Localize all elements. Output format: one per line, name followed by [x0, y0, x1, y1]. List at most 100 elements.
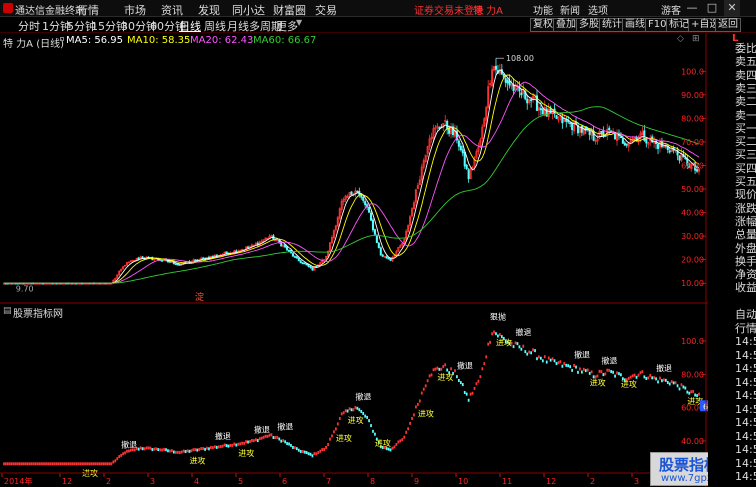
- retreat-signal: 撤退: [254, 425, 270, 435]
- indicator-dot: [63, 462, 66, 466]
- back-button[interactable]: 返回: [715, 18, 741, 32]
- indicator-dot: [649, 373, 652, 377]
- candle-body: [309, 266, 312, 268]
- time-axis-label: 8: [370, 477, 375, 486]
- retreat-signal: 撤退: [277, 421, 293, 431]
- indicator-dropdown-icon[interactable]: ▤: [3, 306, 12, 316]
- indicator-dot: [79, 462, 81, 466]
- indicator-dot: [239, 442, 242, 446]
- indicator-dot: [618, 372, 620, 376]
- indicator-dot: [571, 368, 573, 372]
- indicator-dot: [598, 369, 601, 373]
- indicator-dot: [215, 445, 218, 449]
- candle-body: [461, 149, 464, 154]
- indicator-dot: [389, 448, 392, 452]
- menu-newsfeed[interactable]: 新闻: [560, 2, 580, 17]
- indicator-dot: [104, 462, 107, 466]
- indicator-dot: [678, 387, 681, 391]
- menu-news[interactable]: 资讯: [161, 2, 183, 18]
- menu-options[interactable]: 选项: [588, 2, 608, 17]
- indicator-dot: [403, 435, 406, 439]
- menu-fortune[interactable]: 财富圈: [273, 2, 306, 18]
- menu-discover[interactable]: 发现: [198, 2, 220, 18]
- menu-trade[interactable]: 交易: [315, 2, 337, 18]
- close-button[interactable]: ✕: [724, 0, 740, 16]
- indicator-dot: [663, 378, 665, 382]
- candle-body: [373, 229, 376, 235]
- indicator-dot: [137, 447, 140, 451]
- indicator-dot: [489, 340, 491, 344]
- candle-body: [623, 142, 626, 146]
- maximize-button[interactable]: □: [704, 0, 720, 16]
- attack-signal: 进攻: [189, 455, 205, 465]
- period-weekly[interactable]: 周线: [204, 18, 226, 33]
- candle-body: [293, 256, 296, 258]
- sidebar-time: 14:56: [735, 470, 756, 483]
- indicator-dot: [553, 359, 556, 363]
- indicator-dot: [661, 379, 663, 383]
- indicator-dot: [547, 356, 550, 360]
- title-bar: 通达信金融终端 行情 市场 资讯 发现 同小达 财富圈 交易 证券交易未登录 特…: [0, 0, 756, 17]
- indicator-dot: [28, 462, 31, 466]
- indicator-dot: [340, 412, 343, 416]
- price-axis-label: 90.00: [681, 91, 704, 100]
- candle-body: [608, 127, 611, 130]
- candle-body: [297, 257, 300, 262]
- period-tick[interactable]: 分时: [18, 18, 40, 33]
- menu-market[interactable]: 市场: [124, 2, 146, 18]
- attack-signal: 进攻: [375, 438, 391, 448]
- guest-user[interactable]: 游客: [661, 2, 681, 17]
- period-monthly[interactable]: 月线: [227, 18, 249, 33]
- indicator-dot: [3, 462, 5, 466]
- indicator-dot: [190, 449, 193, 453]
- minimize-button[interactable]: —: [684, 0, 700, 16]
- indicator-dot: [391, 446, 394, 450]
- indicator-dot: [59, 462, 62, 466]
- retreat-signal: 撤退: [601, 356, 617, 366]
- sidebar-lower-item[interactable]: 自动: [708, 306, 756, 321]
- indicator-dot: [200, 447, 203, 451]
- time-axis-label: 3: [150, 477, 155, 486]
- candle-body: [295, 256, 298, 259]
- retreat-signal: 撤退: [121, 439, 137, 449]
- indicator-dot: [405, 430, 408, 434]
- indicator-dot: [450, 367, 452, 371]
- candle-body: [448, 128, 451, 134]
- indicator-dot: [331, 434, 333, 438]
- indicator-dot: [89, 462, 91, 466]
- menu-function[interactable]: 功能: [533, 2, 553, 17]
- indicator-dot: [641, 370, 644, 374]
- period-daily[interactable]: 日线: [179, 18, 201, 33]
- indicator-dot: [655, 377, 657, 381]
- indicator-dot: [65, 462, 68, 466]
- indicator-dot: [446, 368, 449, 372]
- retreat-signal: 撤退: [574, 349, 590, 359]
- candle-body: [381, 254, 384, 257]
- indicator-axis-label: 80.00: [681, 370, 704, 379]
- candle-body: [385, 256, 388, 259]
- menu-quotes[interactable]: 行情: [77, 2, 99, 18]
- indicator-dot: [221, 444, 224, 448]
- indicator-dot: [346, 409, 349, 413]
- menu-tongxiaoda[interactable]: 同小达: [232, 2, 265, 18]
- indicator-dot: [338, 416, 341, 420]
- candle-body: [194, 259, 197, 262]
- indicator-dot: [206, 446, 208, 450]
- indicator-dot: [456, 375, 458, 379]
- indicator-dot: [438, 367, 441, 371]
- indicator-dot: [541, 359, 544, 363]
- time-axis-label: 9: [414, 477, 419, 486]
- indicator-dot: [477, 379, 480, 383]
- indicator-dot: [253, 439, 255, 443]
- indicator-dot: [128, 449, 130, 453]
- indicator-dot: [362, 411, 365, 415]
- indicator-dot: [14, 462, 17, 466]
- period-more[interactable]: 更多: [276, 18, 298, 33]
- candle-body: [350, 191, 353, 195]
- indicator-dot: [278, 437, 281, 441]
- indicator-dot: [227, 444, 230, 448]
- sidebar-lower-item[interactable]: 行情: [708, 320, 756, 335]
- indicator-dot: [46, 462, 48, 466]
- indicator-dot: [415, 405, 417, 409]
- more-chevron-icon[interactable]: ▼: [296, 18, 302, 32]
